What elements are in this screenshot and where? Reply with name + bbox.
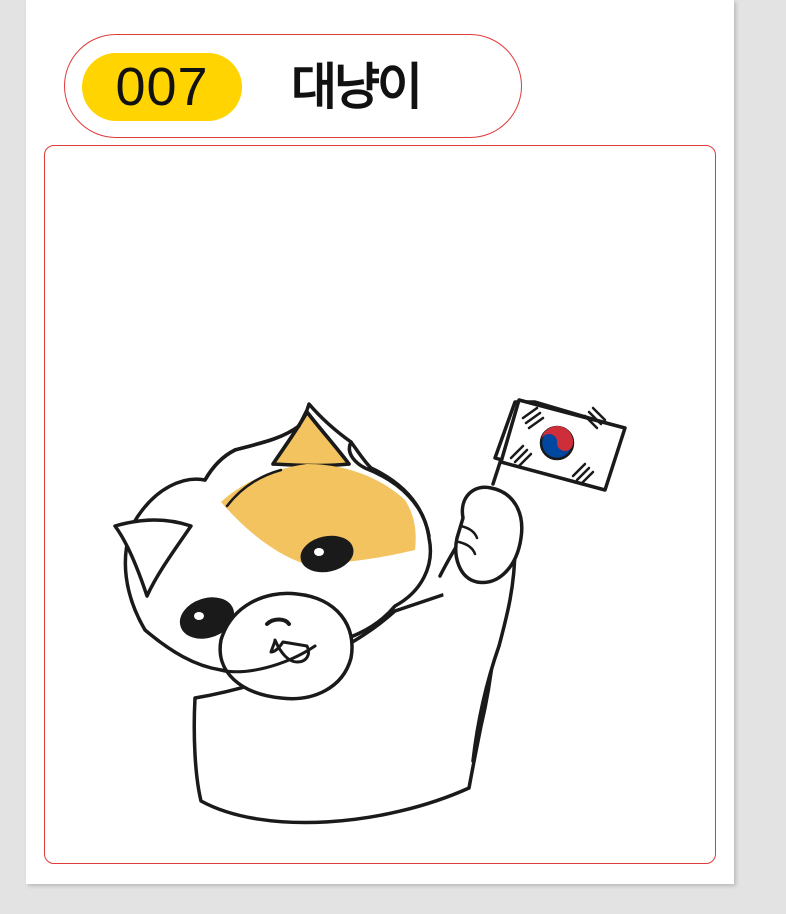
title-pill: 007 대냥이 (64, 34, 522, 138)
illustration-frame (44, 145, 716, 864)
korean-flag-icon (493, 398, 627, 492)
sticker-card: 007 대냥이 (26, 0, 734, 884)
cat-illustration (113, 398, 627, 825)
number-badge: 007 (82, 53, 242, 121)
character-name: 대냥이 (291, 58, 423, 116)
